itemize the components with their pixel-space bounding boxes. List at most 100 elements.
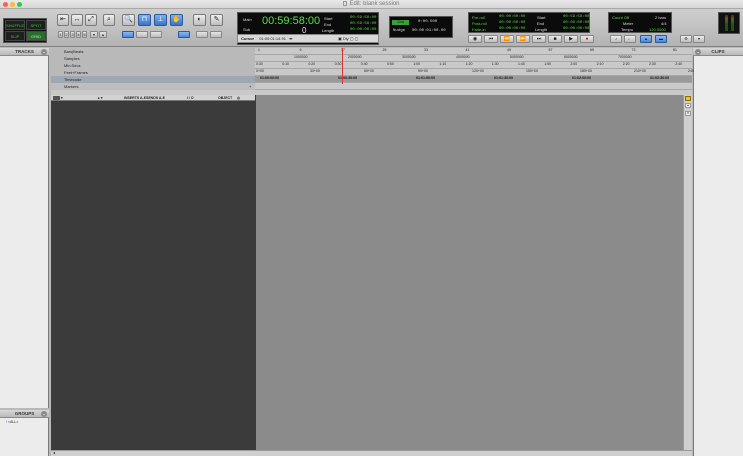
record-button[interactable]: ● — [580, 35, 594, 43]
nudge-label[interactable]: Nudge — [393, 29, 405, 33]
zoom-preset-1[interactable]: 1 — [58, 31, 63, 38]
groups-panel-menu-icon[interactable]: ⌄ — [41, 411, 47, 417]
main-counter-value[interactable]: 00:59:58:00 — [262, 15, 320, 27]
go-to-end-button[interactable]: ⏭ — [532, 35, 546, 43]
postroll-label[interactable]: Post-roll — [472, 21, 487, 26]
preroll-value[interactable]: 00:00:00:00 — [499, 15, 525, 19]
grabber-tool-icon[interactable]: ✋ — [170, 14, 183, 26]
rewind-to-start-button[interactable]: ⏮ — [484, 35, 498, 43]
conductor-icon[interactable]: ♪ — [610, 35, 622, 43]
selector-tool-icon[interactable]: ⊥ — [154, 14, 167, 26]
zoom-preset-3[interactable]: 3 — [70, 31, 75, 38]
zoom-preset-4[interactable]: 4 — [76, 31, 81, 38]
edit-start-value[interactable]: 00:59:58:00 — [350, 16, 376, 20]
pencil-tool-icon[interactable]: ✎ — [210, 14, 223, 26]
automation-follows-edit-button[interactable] — [210, 31, 222, 38]
minsecs-ruler[interactable]: Min:Secs 0:30 0:10 0:20 0:30 0:40 0:50 1:00 1:1… — [51, 62, 692, 69]
slip-mode-button[interactable]: SLIP — [5, 31, 25, 41]
zoom-toggle-icon[interactable]: ⌕ — [103, 14, 115, 26]
waveform-zoom-up[interactable]: ▴ — [99, 31, 107, 38]
add-marker-icon[interactable]: + — [249, 83, 251, 90]
zoomer-tool-icon[interactable]: 🔍 — [122, 14, 135, 26]
tempo-value[interactable]: 120.0000 — [649, 27, 666, 32]
dly-toggle[interactable]: ▣ Dly ▢ ▢ — [338, 35, 358, 42]
timecode-ruler[interactable]: Timecode 01:00:00:00 01:00:30:00 01:01:00:… — [51, 76, 692, 83]
edit-window-timeline[interactable] — [255, 95, 683, 450]
nudge-value[interactable]: 00:00:01:00.00 — [412, 29, 446, 33]
scroll-left-icon[interactable]: ◂ — [53, 450, 55, 455]
meter-value[interactable]: 4/4 — [661, 21, 667, 26]
fadein-label[interactable]: Fade-in — [472, 27, 486, 32]
timeline-start-line — [255, 95, 256, 450]
click-icon[interactable]: ♩ — [624, 35, 636, 43]
zoom-out-horizontal-icon[interactable]: ⇤ — [57, 14, 69, 26]
meter-label[interactable]: Meter — [623, 21, 633, 26]
tracks-list[interactable] — [0, 56, 49, 408]
link-track-button[interactable] — [136, 31, 148, 38]
insertion-follows-playback-button[interactable] — [150, 31, 162, 38]
groups-list[interactable]: ! <ALL> — [0, 418, 49, 456]
clips-panel-menu-icon[interactable]: ⌄ — [695, 49, 701, 55]
trim-tool-icon[interactable]: ⊓ — [138, 14, 151, 26]
grid-nudge-display: Grid 0:00.500 Nudge 00:00:01:00.00 — [389, 16, 453, 38]
tempo-map-button[interactable]: ▬ — [655, 35, 667, 43]
bars-beats-ruler[interactable]: Bars|Beats 19172533414957657381 — [51, 48, 692, 55]
vertical-scrollbar[interactable]: ▴ ▾ — [683, 95, 692, 450]
samples-ruler[interactable]: Samples 1000000 2000000 3000000 4000000 5000… — [51, 55, 692, 62]
preroll-label[interactable]: Pre-roll — [472, 15, 485, 20]
zoom-fit-icon[interactable]: ⤢ — [85, 14, 97, 26]
ruler-tick-label: 0:30 — [256, 62, 263, 66]
grid-mode-button[interactable]: GRID — [26, 31, 46, 41]
tab-to-transient-button[interactable] — [178, 31, 190, 38]
zoom-preset-5[interactable]: 5 — [82, 31, 87, 38]
scroll-down-arrow-icon[interactable]: ▾ — [685, 111, 691, 116]
markers-ruler[interactable]: Markers + — [51, 83, 692, 90]
spot-mode-button[interactable]: SPOT — [26, 20, 46, 30]
zoom-preset-2[interactable]: 2 — [64, 31, 69, 38]
countoff-value[interactable]: 2 bars — [655, 15, 666, 20]
group-item-label: <ALL> — [7, 420, 19, 424]
edit-length-value[interactable]: 00:00:00:00 — [350, 28, 376, 32]
conductor-track-button[interactable]: ▲ — [640, 35, 652, 43]
feet-frames-ruler[interactable]: Feet+Frames 0+00 30+00 60+00 90+00 120+00 150… — [51, 69, 694, 76]
ruler-label: Samples — [51, 55, 255, 62]
fadein-value[interactable]: 00:00:00:00 — [499, 27, 525, 31]
stop-button[interactable]: ■ — [548, 35, 562, 43]
settings-gear-icon[interactable]: ⚙ — [680, 35, 692, 43]
tempo-label[interactable]: Tempo — [621, 27, 633, 32]
edit-end-value[interactable]: 00:59:58:00 — [350, 22, 376, 26]
horizontal-scrollbar[interactable]: ◂ — [51, 450, 692, 456]
grid-label[interactable]: Grid — [392, 20, 409, 25]
grid-value[interactable]: 0:00.500 — [418, 20, 437, 24]
group-item-all[interactable]: ! <ALL> — [0, 418, 48, 424]
fast-forward-button[interactable]: ⏩ — [516, 35, 530, 43]
zoom-indicator-icon[interactable] — [685, 96, 691, 101]
ruler-tick-label: 1:00 — [413, 62, 420, 66]
tracks-panel-title: TRACKS — [15, 49, 34, 54]
online-button[interactable]: ◉ — [468, 35, 482, 43]
sel-start-value[interactable]: 00:59:58:00 — [563, 15, 589, 19]
play-button[interactable]: ▶ — [564, 35, 578, 43]
ruler-tick-label: 0+00 — [256, 69, 264, 73]
ruler-label: Bars|Beats — [51, 48, 255, 55]
ruler-tick-label: 0:40 — [360, 62, 368, 66]
link-timeline-button[interactable] — [122, 31, 134, 38]
postroll-value[interactable]: 00:00:00:00 — [499, 21, 525, 25]
mirrored-midi-button[interactable] — [196, 31, 208, 38]
tracks-panel-menu-icon[interactable]: ⌄ — [41, 49, 47, 55]
toolbar-menu-icon[interactable]: ▾ — [693, 35, 705, 43]
shuffle-mode-button[interactable]: SHUFFLE — [5, 20, 25, 30]
rewind-button[interactable]: ⏪ — [500, 35, 514, 43]
scroll-up-arrow-icon[interactable]: ▴ — [685, 103, 691, 108]
track-color-swatch[interactable] — [53, 96, 60, 100]
ruler-tick-label: 01:00:00:00 — [260, 76, 280, 80]
waveform-zoom-down[interactable]: ▾ — [90, 31, 98, 38]
sel-length-value[interactable]: 00:00:00:00 — [563, 27, 589, 31]
clips-list[interactable] — [693, 56, 743, 456]
ruler-tick-label: 57 — [548, 48, 553, 52]
track-list-area[interactable] — [51, 101, 255, 450]
sel-end-value[interactable]: 00:00:00:00 — [563, 21, 589, 25]
zoom-in-horizontal-icon[interactable]: ↔ — [71, 14, 83, 26]
scrubber-tool-icon[interactable]: ◐ — [193, 14, 206, 26]
countoff-label[interactable]: Count Off — [612, 15, 629, 20]
